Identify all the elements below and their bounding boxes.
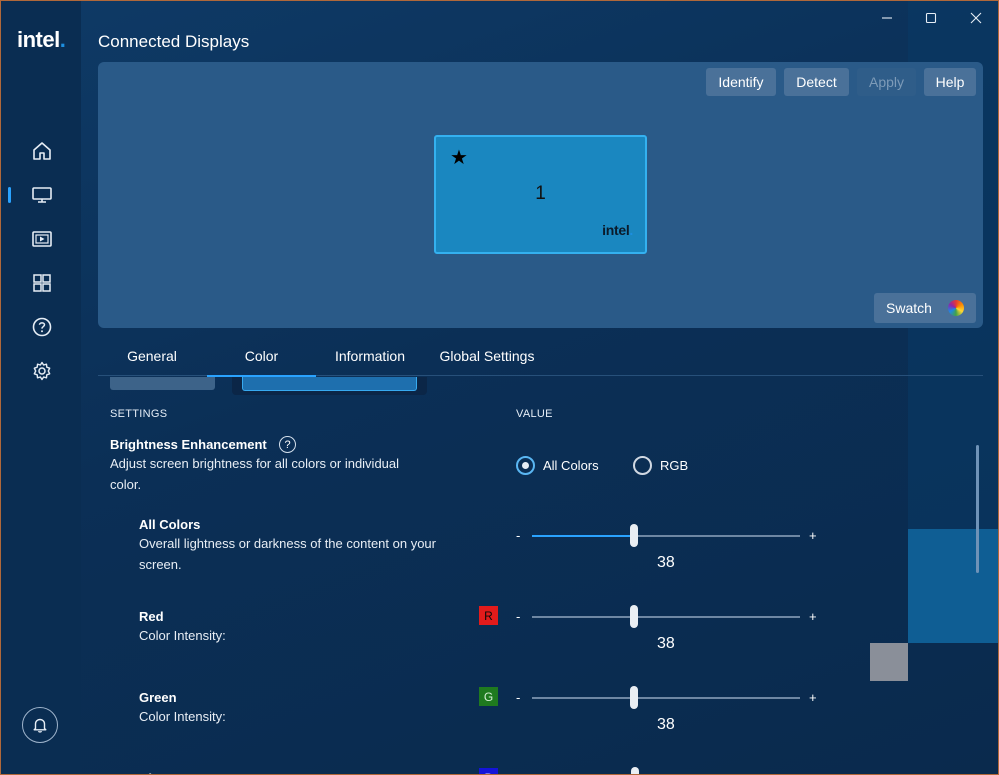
detect-button[interactable]: Detect bbox=[784, 68, 849, 96]
close-button[interactable] bbox=[966, 9, 986, 27]
subtab-button-selected[interactable] bbox=[232, 377, 427, 395]
app-window: intel. Connected Displays Identify Detec… bbox=[0, 0, 999, 775]
primary-display-star-icon: ★ bbox=[450, 147, 468, 169]
display-tile-1[interactable]: ★ 1 intel. bbox=[434, 135, 647, 254]
display-arrangement-panel: Identify Detect Apply Help ★ 1 intel. Sw… bbox=[98, 62, 983, 328]
value-column-header: VALUE bbox=[516, 408, 553, 420]
blue-slider-thumb[interactable] bbox=[631, 767, 639, 774]
notifications-button[interactable] bbox=[22, 707, 58, 743]
grid-icon bbox=[33, 274, 51, 292]
subtab-button[interactable] bbox=[110, 377, 215, 390]
red-value: 38 bbox=[657, 635, 675, 652]
brightness-help-icon[interactable]: ? bbox=[279, 436, 296, 453]
green-value: 38 bbox=[657, 716, 675, 733]
sidebar-item-apps[interactable] bbox=[30, 271, 54, 295]
intel-logo: intel. bbox=[17, 27, 66, 52]
red-channel-badge: R bbox=[479, 606, 498, 625]
radio-rgb[interactable] bbox=[633, 456, 652, 475]
tab-global-settings[interactable]: Global Settings bbox=[432, 336, 542, 376]
slider-fill bbox=[532, 535, 634, 537]
all-colors-slider[interactable] bbox=[532, 524, 800, 547]
active-nav-indicator bbox=[8, 187, 11, 203]
red-desc: Color Intensity: bbox=[139, 628, 226, 643]
green-decrease[interactable]: - bbox=[516, 690, 520, 705]
scrollbar-thumb[interactable] bbox=[976, 445, 979, 573]
red-slider[interactable] bbox=[532, 605, 800, 628]
green-slider[interactable] bbox=[532, 686, 800, 709]
maximize-icon bbox=[925, 12, 937, 24]
all-colors-value: 38 bbox=[657, 554, 675, 571]
tab-general[interactable]: General bbox=[110, 336, 194, 376]
video-icon bbox=[32, 231, 52, 247]
all-colors-decrease[interactable]: - bbox=[516, 528, 520, 543]
sidebar-item-help[interactable] bbox=[30, 315, 54, 339]
sidebar-item-video[interactable] bbox=[30, 227, 54, 251]
intel-logo: intel. bbox=[602, 222, 633, 238]
brightness-enhancement-desc: Adjust screen brightness for all colors … bbox=[110, 456, 400, 492]
all-colors-title: All Colors bbox=[139, 517, 201, 532]
green-channel-badge: G bbox=[479, 687, 498, 706]
help-button[interactable]: Help bbox=[924, 68, 976, 96]
radio-all-colors-label[interactable]: All Colors bbox=[543, 458, 599, 473]
sidebar: intel. bbox=[1, 1, 81, 774]
blue-channel-badge: B bbox=[479, 768, 498, 774]
green-increase[interactable]: + bbox=[809, 690, 817, 705]
sidebar-item-home[interactable] bbox=[30, 139, 54, 163]
slider-thumb[interactable] bbox=[629, 605, 638, 628]
minimize-icon bbox=[882, 17, 892, 19]
slider-thumb[interactable] bbox=[629, 524, 638, 547]
settings-tabs: General Color Information Global Setting… bbox=[98, 336, 983, 377]
swatch-label: Swatch bbox=[886, 300, 932, 316]
tab-color[interactable]: Color bbox=[207, 336, 316, 377]
gear-icon bbox=[33, 361, 51, 381]
swatch-button[interactable]: Swatch bbox=[874, 293, 976, 323]
help-icon bbox=[32, 317, 52, 337]
red-title: Red bbox=[139, 609, 164, 624]
monitor-icon bbox=[32, 187, 52, 203]
maximize-button[interactable] bbox=[921, 9, 941, 27]
apply-button[interactable]: Apply bbox=[857, 68, 916, 96]
background-decoration bbox=[870, 643, 908, 681]
green-desc: Color Intensity: bbox=[139, 709, 226, 724]
page-title: Connected Displays bbox=[98, 32, 250, 51]
display-number: 1 bbox=[535, 183, 546, 204]
all-colors-desc: Overall lightness or darkness of the con… bbox=[139, 536, 436, 572]
sidebar-item-settings[interactable] bbox=[30, 359, 54, 383]
radio-all-colors[interactable] bbox=[516, 456, 535, 475]
identify-button[interactable]: Identify bbox=[706, 68, 776, 96]
close-icon bbox=[970, 12, 982, 24]
radio-rgb-label[interactable]: RGB bbox=[660, 458, 688, 473]
red-increase[interactable]: + bbox=[809, 609, 817, 624]
all-colors-increase[interactable]: + bbox=[809, 528, 817, 543]
home-icon bbox=[33, 142, 51, 160]
green-title: Green bbox=[139, 690, 177, 705]
bell-icon bbox=[33, 718, 47, 733]
brightness-enhancement-title: Brightness Enhancement bbox=[110, 437, 267, 452]
sidebar-item-display[interactable] bbox=[30, 183, 54, 207]
slider-thumb[interactable] bbox=[629, 686, 638, 709]
blue-title: Bl bbox=[139, 771, 152, 774]
settings-column-header: SETTINGS bbox=[110, 408, 168, 420]
background-decoration bbox=[908, 529, 998, 643]
red-decrease[interactable]: - bbox=[516, 609, 520, 624]
tab-information[interactable]: Information bbox=[324, 336, 416, 376]
minimize-button[interactable] bbox=[877, 9, 897, 27]
color-wheel-icon bbox=[948, 300, 964, 316]
